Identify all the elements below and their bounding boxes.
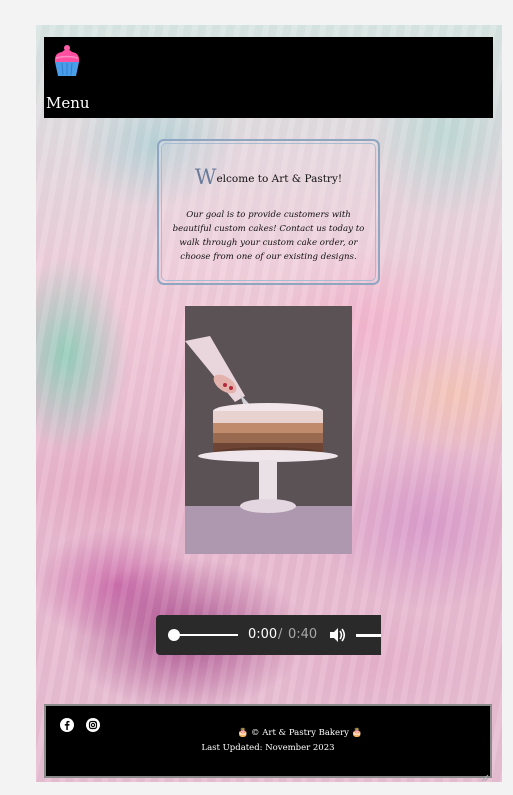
progress-handle[interactable] (168, 629, 180, 641)
cupcake-icon[interactable] (52, 44, 82, 78)
page-background: Menu Welcome to Art & Pastry! Our goal i… (36, 25, 502, 782)
volume-icon[interactable] (328, 626, 346, 644)
resize-grip-icon[interactable] (481, 767, 489, 782)
welcome-box: Welcome to Art & Pastry! Our goal is to … (157, 139, 380, 285)
site-footer: 🎂 © Art & Pastry Bakery 🎂 Last Updated: … (44, 704, 492, 782)
time-separator: / (278, 627, 283, 642)
welcome-text: Our goal is to provide customers with be… (172, 210, 365, 262)
total-time: 0:40 (288, 627, 318, 642)
current-time: 0:00 (248, 627, 278, 642)
audio-player[interactable]: 0:00 / 0:40 (156, 615, 381, 655)
last-updated-text: Last Updated: November 2023 (201, 743, 335, 753)
menu-link[interactable]: Menu (46, 94, 90, 112)
welcome-title: Welcome to Art & Pastry! (159, 165, 378, 189)
welcome-title-initial: W (194, 165, 217, 189)
welcome-title-rest: elcome to Art & Pastry! (216, 173, 343, 185)
volume-slider[interactable] (356, 634, 381, 637)
progress-track[interactable] (180, 634, 238, 636)
cake-decorating-photo (185, 306, 352, 554)
site-header: Menu (44, 37, 493, 118)
copyright-text: 🎂 © Art & Pastry Bakery 🎂 (237, 728, 363, 738)
